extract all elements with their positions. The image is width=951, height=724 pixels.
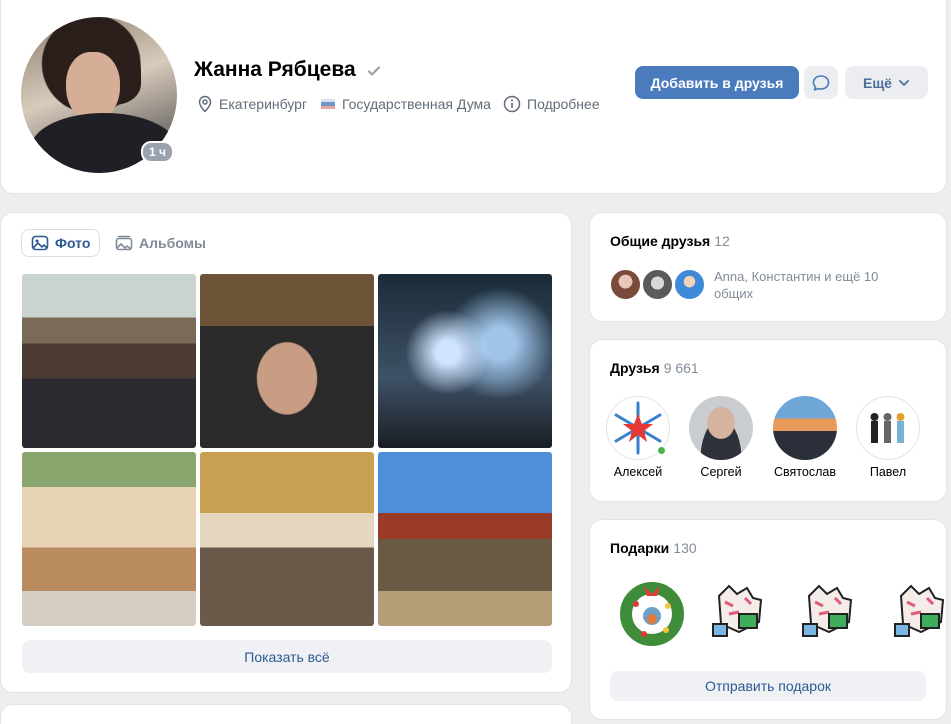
mutual-friends-title: Общие друзья 12: [610, 233, 730, 249]
details-label: Подробнее: [527, 96, 600, 112]
photo-pirate-portrait[interactable]: [200, 274, 374, 448]
mutual-friend-avatar[interactable]: [641, 268, 674, 301]
friend-avatar: [773, 396, 837, 460]
albums-icon: [115, 235, 133, 251]
photo-new-year-card[interactable]: [22, 452, 196, 626]
gifts-count: 130: [673, 540, 697, 556]
cat-gift-icon[interactable]: [887, 576, 946, 648]
more-label: Ещё: [863, 74, 892, 91]
tab-albums-label: Альбомы: [139, 235, 206, 251]
friends-count: 9 661: [663, 360, 699, 376]
send-gift-button[interactable]: Отправить подарок: [610, 671, 926, 701]
photo-construction-site[interactable]: [378, 452, 552, 626]
workplace-label: Государственная Дума: [342, 96, 491, 112]
message-button[interactable]: [804, 66, 838, 99]
next-section-card: [1, 705, 571, 724]
friend-name: Сергей: [700, 465, 742, 479]
online-indicator: [656, 445, 667, 456]
tab-photos[interactable]: Фото: [21, 229, 101, 257]
mutual-friends-count: 12: [714, 233, 730, 249]
mutual-friend-avatar[interactable]: [673, 268, 706, 301]
verified-check-icon[interactable]: [366, 63, 382, 79]
friend-name: Святослав: [774, 465, 836, 479]
cat-gift-icon[interactable]: [795, 576, 867, 648]
gifts-section: Подарки 130 Отправить подарок: [590, 520, 946, 719]
message-bubble-icon: [812, 74, 830, 91]
friend-name: Павел: [869, 465, 907, 479]
profile-header: 1 ч Жанна Рябцева Екатеринбург Государст…: [1, 0, 946, 193]
photo-grid: [22, 274, 552, 626]
friends-title[interactable]: Друзья 9 661: [610, 360, 699, 376]
tab-albums[interactable]: Альбомы: [106, 229, 215, 257]
friend-avatar: [856, 396, 920, 460]
photo-winter-lights[interactable]: [378, 274, 552, 448]
friend-item[interactable]: Святослав: [770, 396, 840, 479]
chevron-down-icon: [899, 79, 909, 86]
photo-office-meeting[interactable]: [200, 452, 374, 626]
mutual-friends-text: Anna, Константин и ещё 10 общих: [714, 269, 879, 301]
friend-item[interactable]: Алексей: [603, 396, 673, 479]
friend-avatar: [606, 396, 670, 460]
info-icon: [503, 95, 521, 113]
tab-photos-label: Фото: [55, 235, 91, 251]
last-seen-badge: 1 ч: [141, 141, 174, 163]
friend-item[interactable]: Павел: [853, 396, 923, 479]
location-pin-icon: [198, 95, 212, 113]
photo-icon: [31, 235, 49, 251]
profile-name: Жанна Рябцева: [194, 58, 356, 81]
duma-flag-icon: [321, 99, 335, 109]
workplace-info[interactable]: Государственная Дума: [320, 94, 491, 114]
photo-meeting-hall[interactable]: [22, 274, 196, 448]
add-friend-button[interactable]: Добавить в друзья: [635, 66, 799, 99]
friend-name: Алексей: [613, 465, 663, 479]
cartoon-figures-icon: [870, 413, 905, 443]
details-link[interactable]: Подробнее: [503, 94, 600, 114]
city-info[interactable]: Екатеринбург: [197, 94, 307, 114]
more-button[interactable]: Ещё: [845, 66, 928, 99]
friends-section: Друзья 9 661 Алексей Сергей Святослав Па…: [590, 340, 946, 501]
wreath-gift-icon[interactable]: [616, 576, 688, 648]
friend-item[interactable]: Сергей: [686, 396, 756, 479]
photos-section: Фото Альбомы Показать всё: [1, 213, 571, 692]
gifts-title[interactable]: Подарки 130: [610, 540, 697, 556]
city-label: Екатеринбург: [219, 96, 308, 112]
mutual-friends-section[interactable]: Общие друзья 12 Anna, Константин и ещё 10…: [590, 213, 946, 321]
mutual-friend-avatar[interactable]: [609, 268, 642, 301]
cat-gift-icon[interactable]: [705, 576, 777, 648]
show-all-photos-button[interactable]: Показать всё: [22, 640, 552, 673]
friend-avatar: [689, 396, 753, 460]
